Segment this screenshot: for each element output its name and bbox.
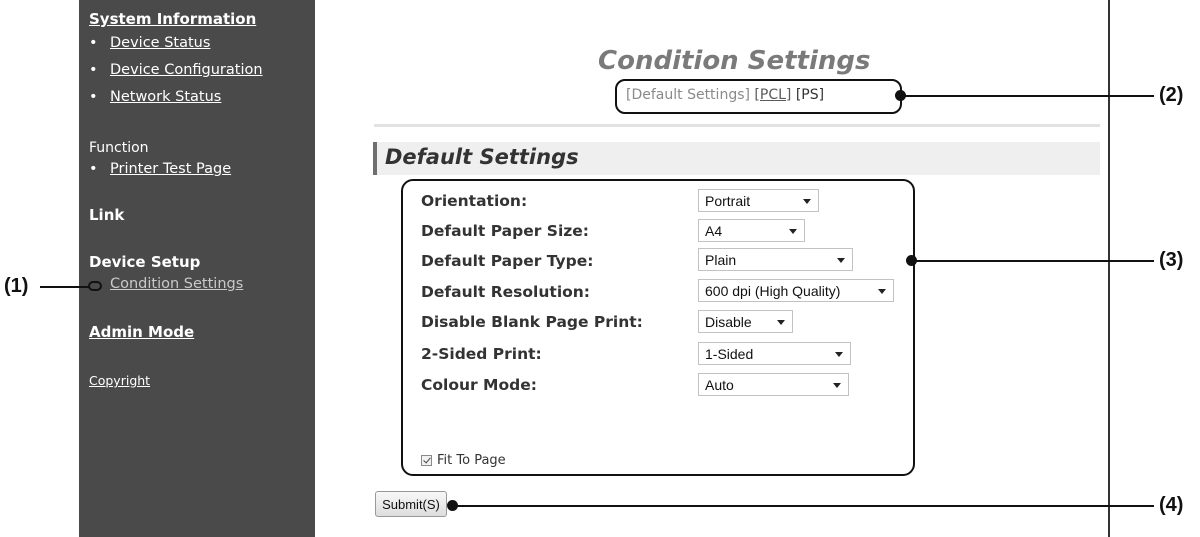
sidebar-admin-mode-link[interactable]: Admin Mode [89,323,194,341]
callout-label-4: (4) [1159,494,1184,516]
colour-mode-label: Colour Mode: [421,376,537,394]
sidebar-copyright-link[interactable]: Copyright [89,373,150,388]
orientation-label: Orientation: [421,192,528,210]
colour-mode-select[interactable]: Auto [698,373,849,396]
sidebar-item-printer-test-page[interactable]: • Printer Test Page [89,161,231,177]
sidebar-link-heading: Link [89,206,125,224]
chevron-down-icon [833,383,841,388]
section-title: Default Settings [385,145,579,169]
select-value: 600 dpi (High Quality) [705,283,841,299]
callout-line-3 [913,260,1154,262]
callout-label-3: (3) [1159,249,1184,271]
fit-to-page-label: Fit To Page [437,453,506,468]
submit-button[interactable]: Submit(S) [375,491,447,517]
callout-line-2 [902,95,1154,97]
chevron-down-icon [878,289,886,294]
sidebar-item-label[interactable]: Printer Test Page [110,161,231,177]
two-sided-print-label: 2-Sided Print: [421,345,542,363]
sidebar-item-label[interactable]: Device Configuration [110,62,263,78]
chevron-down-icon [803,199,811,204]
settings-form: Orientation: Portrait Default Paper Size… [401,179,915,476]
bullet-icon: • [89,35,98,51]
chevron-down-icon [789,229,797,234]
default-paper-type-select[interactable]: Plain [698,248,853,271]
callout-line-4 [454,505,1154,507]
sidebar-item-network-status[interactable]: • Network Status [89,89,221,105]
select-value: Plain [705,252,737,268]
bullet-icon: • [89,161,98,177]
divider [374,124,1100,127]
sidebar-function-heading: Function [89,140,149,156]
page-title: Condition Settings [598,46,871,76]
bullet-icon: • [89,62,98,78]
select-value: 1-Sided [705,346,754,362]
section-header: Default Settings [373,142,1100,175]
callout-pointer-1 [88,281,102,291]
bullet-icon: • [89,89,98,105]
select-value: Disable [705,314,752,330]
sidebar-item-condition-settings[interactable]: Condition Settings [89,276,243,292]
chevron-down-icon [835,352,843,357]
two-sided-print-select[interactable]: 1-Sided [698,342,851,365]
callout-box-tabs [615,79,902,114]
callout-label-1: (1) [4,275,29,297]
default-paper-size-select[interactable]: A4 [698,219,805,242]
default-resolution-select[interactable]: 600 dpi (High Quality) [698,279,894,302]
sidebar-item-label[interactable]: Condition Settings [110,276,243,292]
callout-label-2: (2) [1159,84,1184,106]
chevron-down-icon [837,258,845,263]
sidebar-item-label[interactable]: Device Status [110,35,210,51]
sidebar-item-device-status[interactable]: • Device Status [89,35,210,51]
sidebar-system-information-link[interactable]: System Information [89,10,256,28]
main-panel: Condition Settings [Default Settings] [P… [315,0,1110,537]
fit-to-page-checkbox[interactable] [421,455,432,466]
sidebar-item-label[interactable]: Network Status [110,89,221,105]
chevron-down-icon [777,320,785,325]
select-value: Portrait [705,193,751,209]
default-paper-size-label: Default Paper Size: [421,222,589,240]
section-accent-bar [373,142,377,175]
select-value: A4 [705,223,723,239]
default-resolution-label: Default Resolution: [421,283,591,301]
sidebar-device-setup-heading: Device Setup [89,253,201,271]
select-value: Auto [705,377,734,393]
orientation-select[interactable]: Portrait [698,189,819,212]
disable-blank-page-print-select[interactable]: Disable [698,310,793,333]
disable-blank-page-print-label: Disable Blank Page Print: [421,313,643,331]
sidebar-item-device-configuration[interactable]: • Device Configuration [89,62,263,78]
default-paper-type-label: Default Paper Type: [421,252,594,270]
sidebar: System Information • Device Status • Devic… [79,0,315,537]
